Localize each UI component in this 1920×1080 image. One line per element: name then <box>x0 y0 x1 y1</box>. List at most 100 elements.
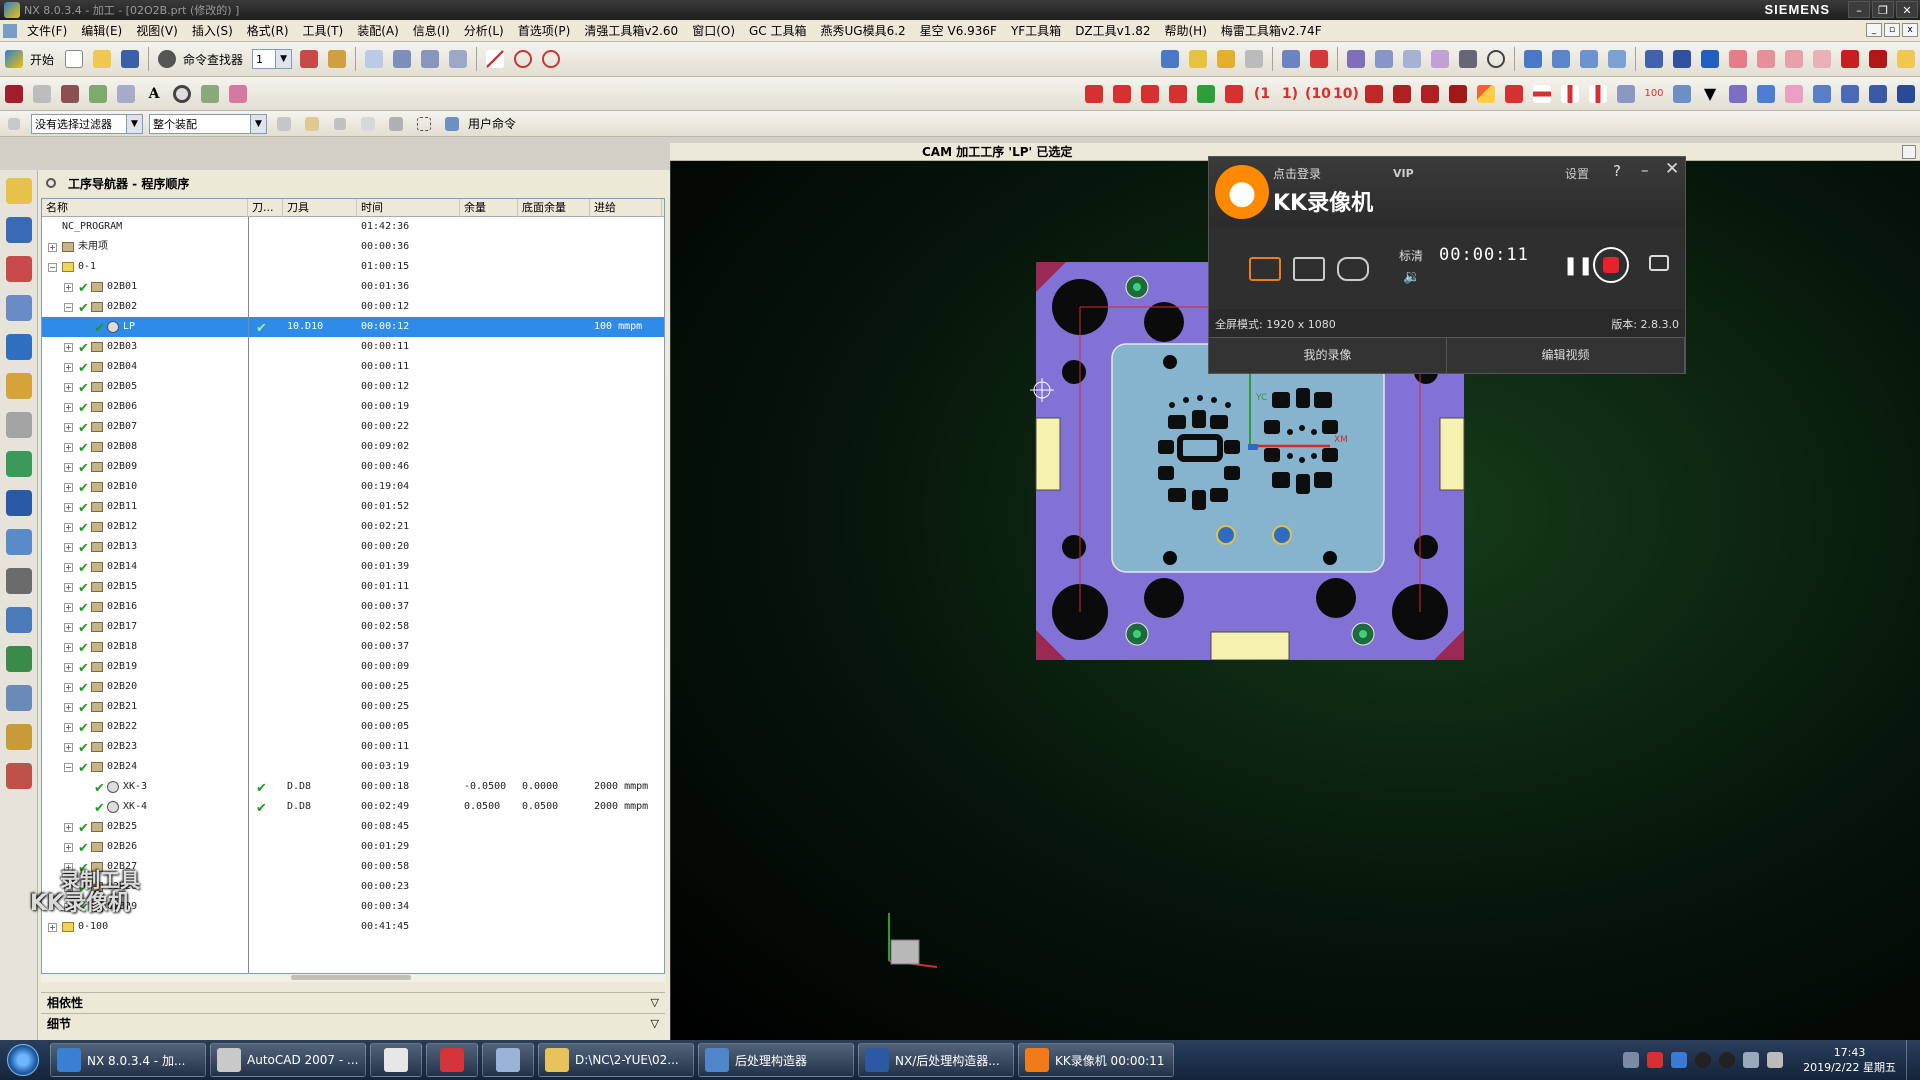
method-view-icon[interactable] <box>1604 47 1630 71</box>
system-menu-icon[interactable] <box>3 23 17 38</box>
sketch-grid-icon[interactable] <box>29 82 55 106</box>
table-icon[interactable] <box>1669 82 1695 106</box>
operation-row[interactable]: ✔ XK-4 ✔ D.D8 00:02:49 0.0500 0.0500 2000 mmpm 2… <box>42 797 664 817</box>
process-studio-icon[interactable] <box>5 412 32 438</box>
program-group-row[interactable]: − ✔ 02B02 00:00:12 <box>42 297 664 317</box>
program-group-row[interactable]: + ✔ 02B21 00:00:25 <box>42 697 664 717</box>
column-name[interactable]: 名称 <box>42 199 248 217</box>
taskbar-item[interactable]: D:\NC\2-YUE\02... <box>538 1043 694 1077</box>
menu-file[interactable]: 文件(F) <box>20 22 74 39</box>
program-group-row[interactable]: + ✔ 02B17 00:02:58 <box>42 617 664 637</box>
vip-badge[interactable]: VIP <box>1393 167 1414 180</box>
expand-icon[interactable]: + <box>48 923 57 932</box>
collapse-icon[interactable]: − <box>64 303 73 312</box>
chevron-down-icon[interactable]: ▼ <box>275 50 292 68</box>
command-finder-button[interactable]: 命令查找器 <box>183 51 243 68</box>
scrollbar-thumb[interactable] <box>291 975 411 980</box>
expand-icon[interactable]: + <box>64 483 73 492</box>
chevron-down-icon[interactable]: ▼ <box>250 114 266 133</box>
circle-tool-icon[interactable] <box>1483 47 1509 71</box>
funnel-icon[interactable]: ▼ <box>1697 82 1723 106</box>
bracket-10-icon[interactable]: (10 <box>1305 82 1331 106</box>
tray-qq2-icon[interactable] <box>1719 1052 1736 1068</box>
nc-tool-1-icon[interactable] <box>1641 47 1667 71</box>
pin-icon[interactable] <box>46 178 56 188</box>
users-icon[interactable] <box>5 724 32 750</box>
collapse-icon[interactable]: − <box>48 263 57 272</box>
program-group-row[interactable]: + ✔ 02B16 00:00:37 <box>42 597 664 617</box>
delete-all-x-icon[interactable] <box>1865 47 1891 71</box>
chevron-down-icon[interactable]: ▽ <box>651 993 659 1013</box>
operation-navigator-icon[interactable] <box>5 334 32 360</box>
expand-icon[interactable]: + <box>64 543 73 552</box>
program-group-row[interactable]: + ✔ 02B26 00:01:29 <box>42 837 664 857</box>
taskbar-clock[interactable]: 17:43 2019/2/22 星期五 <box>1803 1045 1896 1075</box>
menu-assembly[interactable]: 装配(A) <box>350 22 406 39</box>
ring-icon[interactable] <box>169 82 195 106</box>
mdi-restore-button[interactable]: ▫ <box>1884 23 1900 37</box>
verify-icon[interactable] <box>1343 47 1369 71</box>
part-navigator-icon[interactable] <box>5 256 32 282</box>
maximize-button[interactable]: ❐ <box>1872 1 1894 18</box>
expand-icon[interactable]: + <box>64 583 73 592</box>
program-group-row[interactable]: + ✔ 02B07 00:00:22 <box>42 417 664 437</box>
point-snap-icon[interactable] <box>383 112 409 136</box>
create-tool-icon[interactable] <box>1185 47 1211 71</box>
program-group-row[interactable]: + ✔ 02B15 00:01:11 <box>42 577 664 597</box>
type-filter-combo[interactable]: 没有选择过滤器 ▼ <box>31 113 143 134</box>
history-icon[interactable] <box>5 529 32 555</box>
transform-icon[interactable] <box>417 47 443 71</box>
bracket-2-icon[interactable]: 1) <box>1277 82 1303 106</box>
array-icon[interactable] <box>445 47 471 71</box>
menu-yf-toolbox[interactable]: YF工具箱 <box>1004 22 1068 39</box>
nx-app-icon[interactable] <box>4 2 20 18</box>
delete-red-x-icon[interactable] <box>1837 47 1863 71</box>
details-panel[interactable]: 细节 ▽ <box>41 1013 665 1033</box>
program-group-row[interactable]: + ✔ 02B04 00:00:11 <box>42 357 664 377</box>
taskbar-item[interactable]: KK录像机 00:00:11 <box>1018 1043 1174 1077</box>
expand-icon[interactable]: + <box>64 683 73 692</box>
menu-yanxiu-mold[interactable]: 燕秀UG模具6.2 <box>814 22 913 39</box>
wall-tool-icon[interactable] <box>1725 47 1751 71</box>
expand-icon[interactable]: + <box>64 423 73 432</box>
tool-c-icon[interactable] <box>1837 82 1863 106</box>
operation-row[interactable]: ✔ LP ✔ 10.D10 00:00:12 100 mmpm 1200 rpm <box>42 317 664 337</box>
expand-icon[interactable]: + <box>64 463 73 472</box>
mold-icon[interactable] <box>1725 82 1751 106</box>
expand-icon[interactable]: + <box>64 743 73 752</box>
machine-navigator-icon[interactable] <box>5 373 32 399</box>
shop-doc-icon[interactable] <box>1455 47 1481 71</box>
tray-antivirus-icon[interactable] <box>1647 1052 1664 1068</box>
program-group-row[interactable]: + ✔ 02B05 00:00:12 <box>42 377 664 397</box>
program-group-row[interactable]: + 未用项 00:00:36 <box>42 237 664 257</box>
open-folder-icon[interactable] <box>89 47 115 71</box>
recorder-close-button[interactable]: ✕ <box>1665 159 1679 179</box>
taskbar-item[interactable] <box>482 1043 534 1077</box>
program-group-row[interactable]: + ✔ 02B20 00:00:25 <box>42 677 664 697</box>
roles-icon[interactable] <box>5 607 32 633</box>
create-geometry-icon[interactable] <box>1213 47 1239 71</box>
help-button[interactable]: ? <box>1613 162 1621 180</box>
fullscreen-mode-icon[interactable] <box>1249 257 1281 281</box>
expand-icon[interactable]: + <box>64 523 73 532</box>
general-selection-icon[interactable] <box>271 112 297 136</box>
menu-help[interactable]: 帮助(H) <box>1157 22 1213 39</box>
login-link[interactable]: 点击登录 <box>1273 165 1321 182</box>
tool-b-icon[interactable] <box>1809 82 1835 106</box>
move-layer-icon[interactable] <box>324 47 350 71</box>
extrude-icon[interactable] <box>1 82 27 106</box>
tool-d-icon[interactable] <box>1865 82 1891 106</box>
constraint-navigator-icon[interactable] <box>5 217 32 243</box>
clock-icon[interactable] <box>5 568 32 594</box>
close-button[interactable]: ✕ <box>1896 1 1918 18</box>
taskbar-item[interactable]: NX/后处理构造器... <box>858 1043 1014 1077</box>
pause-button[interactable]: ❚❚ <box>1563 255 1593 276</box>
program-order-view-icon[interactable] <box>1520 47 1546 71</box>
column-tool[interactable]: 刀具 <box>283 199 357 217</box>
user-command-button[interactable]: 用户命令 <box>468 115 516 132</box>
settings-button[interactable]: 设置 <box>1565 165 1589 182</box>
menu-meilei-toolbox[interactable]: 梅雷工具箱v2.74F <box>1214 22 1329 39</box>
geometry-view-icon[interactable] <box>1576 47 1602 71</box>
create-operation-icon[interactable] <box>1278 47 1304 71</box>
taskbar-item[interactable]: AutoCAD 2007 - ... <box>210 1043 366 1077</box>
